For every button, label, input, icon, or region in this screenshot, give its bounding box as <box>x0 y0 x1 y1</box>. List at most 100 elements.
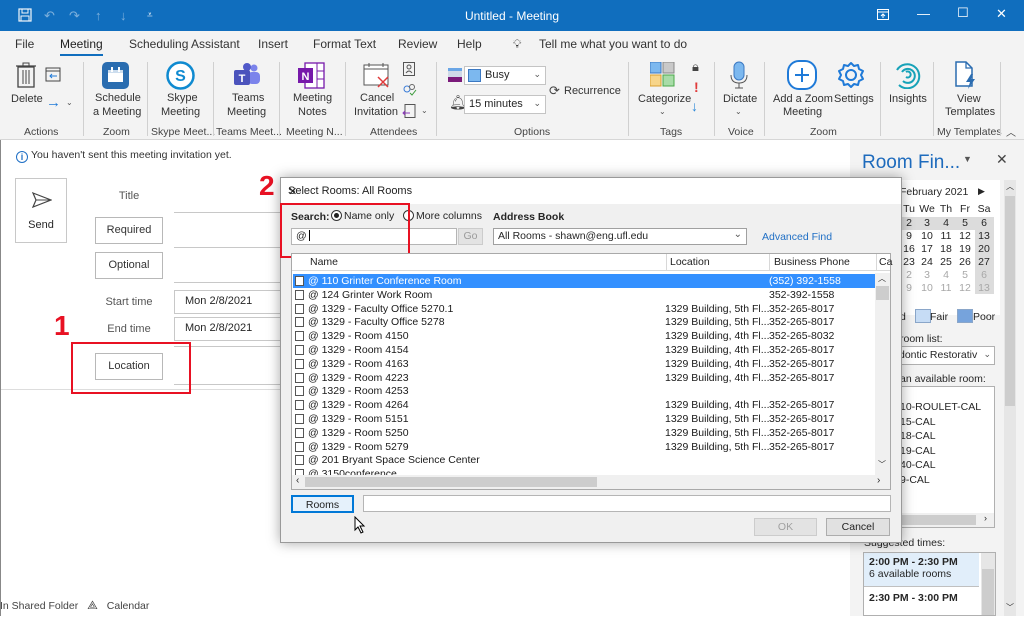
close-button[interactable]: ✕ <box>996 6 1007 22</box>
scroll-thumb[interactable] <box>305 477 597 487</box>
calendar-day[interactable]: 5 <box>956 269 974 281</box>
reminder-dropdown[interactable]: 15 minutes ⌄ <box>464 95 546 114</box>
suggestions-scrollbar[interactable] <box>981 553 995 615</box>
column-separator[interactable] <box>769 254 770 271</box>
optional-input[interactable] <box>174 282 284 283</box>
calendar-day[interactable]: 10 <box>918 282 936 294</box>
ok-button[interactable]: OK <box>754 518 817 536</box>
start-date-field[interactable]: Mon 2/8/2021 <box>174 290 284 314</box>
schedule-meeting-label-2[interactable]: a Meeting <box>93 106 141 119</box>
tab-meeting[interactable]: Meeting <box>60 37 103 56</box>
chevron-down-icon[interactable]: ⌄ <box>421 106 428 115</box>
more-columns-radio[interactable]: More columns <box>403 210 482 222</box>
tab-file[interactable]: File <box>15 37 34 51</box>
check-names-icon[interactable] <box>402 84 417 96</box>
optional-button[interactable]: Optional <box>95 252 163 279</box>
next-month-icon[interactable]: ▶ <box>978 186 985 197</box>
scroll-thumb[interactable] <box>896 515 976 525</box>
column-separator[interactable] <box>666 254 667 271</box>
cancel-invitation-label-1[interactable]: Cancel <box>360 92 394 105</box>
scroll-down-icon[interactable]: ﹀ <box>878 459 886 470</box>
room-row[interactable]: @ 1329 - Room 4253 <box>293 384 875 398</box>
room-row[interactable]: @ 1329 - Room 4150 1329 Building, 4th Fl.… <box>293 329 875 343</box>
column-business-phone[interactable]: Business Phone <box>774 256 850 271</box>
calendar-day[interactable]: 9 <box>900 230 918 242</box>
calendar-day[interactable]: 16 <box>900 243 918 255</box>
ribbon-display-options-icon[interactable] <box>877 9 889 20</box>
maximize-button[interactable]: ☐ <box>957 5 969 21</box>
column-ca[interactable]: Ca <box>879 256 892 271</box>
delete-button[interactable]: Delete <box>11 93 43 106</box>
cancel-invitation-label-2[interactable]: Invitation <box>354 106 398 119</box>
selected-rooms-input[interactable] <box>363 495 891 512</box>
calendar-day[interactable]: 11 <box>937 230 955 242</box>
calendar-day[interactable]: 2 <box>900 269 918 281</box>
calendar-day[interactable]: 13 <box>975 282 993 294</box>
calendar-day[interactable]: 5 <box>956 217 974 229</box>
room-row[interactable]: @ 1329 - Room 5279 1329 Building, 5th Fl.… <box>293 440 875 454</box>
rooms-button[interactable]: Rooms <box>291 495 354 513</box>
calendar-day[interactable]: 19 <box>956 243 974 255</box>
meeting-notes-label-2[interactable]: Notes <box>298 106 327 119</box>
room-list-dropdown[interactable]: dontic Restorativ ⌄ <box>895 346 995 365</box>
calendar-day[interactable]: 23 <box>900 256 918 268</box>
available-room-item[interactable]: 9-CAL <box>900 474 930 486</box>
calendar-day[interactable]: 24 <box>918 256 936 268</box>
calendar-day[interactable]: 18 <box>937 243 955 255</box>
tab-review[interactable]: Review <box>398 37 437 51</box>
tab-format-text[interactable]: Format Text <box>313 37 376 51</box>
calendar-day[interactable]: 11 <box>937 282 955 294</box>
calendar-day[interactable]: 3 <box>918 217 936 229</box>
collapse-ribbon-icon[interactable]: ︿ <box>1006 124 1016 139</box>
calendar-day[interactable]: 6 <box>975 217 993 229</box>
response-options-icon[interactable] <box>402 104 416 118</box>
tell-me-search[interactable]: Tell me what you want to do <box>539 37 687 51</box>
room-row[interactable]: @ 1329 - Faculty Office 5270.1 1329 Build… <box>293 302 875 316</box>
minimize-button[interactable]: — <box>917 6 930 21</box>
calendar-day[interactable]: 25 <box>937 256 955 268</box>
advanced-find-link[interactable]: Advanced Find <box>762 231 832 243</box>
teams-meeting-label-1[interactable]: Teams <box>232 92 264 105</box>
skype-meeting-label-2[interactable]: Meeting <box>161 106 200 119</box>
room-row[interactable]: @ 1329 - Room 5151 1329 Building, 5th Fl.… <box>293 412 875 426</box>
room-row[interactable]: @ 1329 - Faculty Office 5278 1329 Buildin… <box>293 315 875 329</box>
cancel-button[interactable]: Cancel <box>826 518 890 536</box>
calendar-day[interactable]: 9 <box>900 282 918 294</box>
scroll-down-icon[interactable]: ﹀ <box>1006 602 1014 613</box>
view-templates-label-1[interactable]: View <box>957 93 981 106</box>
low-importance-icon[interactable]: ↓ <box>691 98 698 114</box>
column-separator[interactable] <box>876 254 877 271</box>
dialog-close-icon[interactable]: ✕ <box>288 185 893 198</box>
required-input[interactable] <box>174 247 284 248</box>
insights-button[interactable]: Insights <box>889 93 927 106</box>
address-book-icon[interactable] <box>403 62 415 76</box>
pane-options-icon[interactable]: ▼ <box>963 154 972 164</box>
title-input[interactable] <box>174 212 284 213</box>
calendar-day[interactable]: 17 <box>918 243 936 255</box>
address-book-dropdown[interactable]: All Rooms - shawn@eng.ufl.edu ⌄ <box>493 228 747 245</box>
calendar-day[interactable]: 2 <box>900 217 918 229</box>
room-row[interactable]: @ 124 Grinter Work Room 352-392-1558 <box>293 288 875 302</box>
schedule-meeting-label-1[interactable]: Schedule <box>95 92 141 105</box>
dictate-button[interactable]: Dictate <box>723 93 757 106</box>
calendar-day[interactable]: 10 <box>918 230 936 242</box>
calendar-day[interactable]: 4 <box>937 217 955 229</box>
calendar-day[interactable]: 12 <box>956 230 974 242</box>
calendar-day[interactable]: 27 <box>975 256 993 268</box>
horizontal-scrollbar[interactable]: ‹ › <box>292 475 890 489</box>
scroll-thumb[interactable] <box>876 286 889 300</box>
close-pane-icon[interactable]: ✕ <box>996 151 1008 168</box>
end-date-field[interactable]: Mon 2/8/2021 <box>174 317 284 341</box>
calendar-day[interactable]: 4 <box>937 269 955 281</box>
horizontal-scrollbar[interactable]: › <box>896 513 994 527</box>
recurrence-button[interactable]: Recurrence <box>564 85 621 98</box>
room-row[interactable]: @ 201 Bryant Space Science Center <box>293 453 875 467</box>
add-zoom-meeting-label-1[interactable]: Add a Zoom <box>773 93 833 106</box>
chevron-down-icon[interactable]: ⌄ <box>66 98 73 107</box>
tab-help[interactable]: Help <box>457 37 482 51</box>
calendar-day[interactable]: 3 <box>918 269 936 281</box>
move-to-calendar-icon[interactable] <box>45 66 61 82</box>
send-button[interactable]: Send <box>15 178 67 243</box>
calendar-day[interactable]: 13 <box>975 230 993 242</box>
available-room-item[interactable]: 40-CAL <box>900 459 936 471</box>
